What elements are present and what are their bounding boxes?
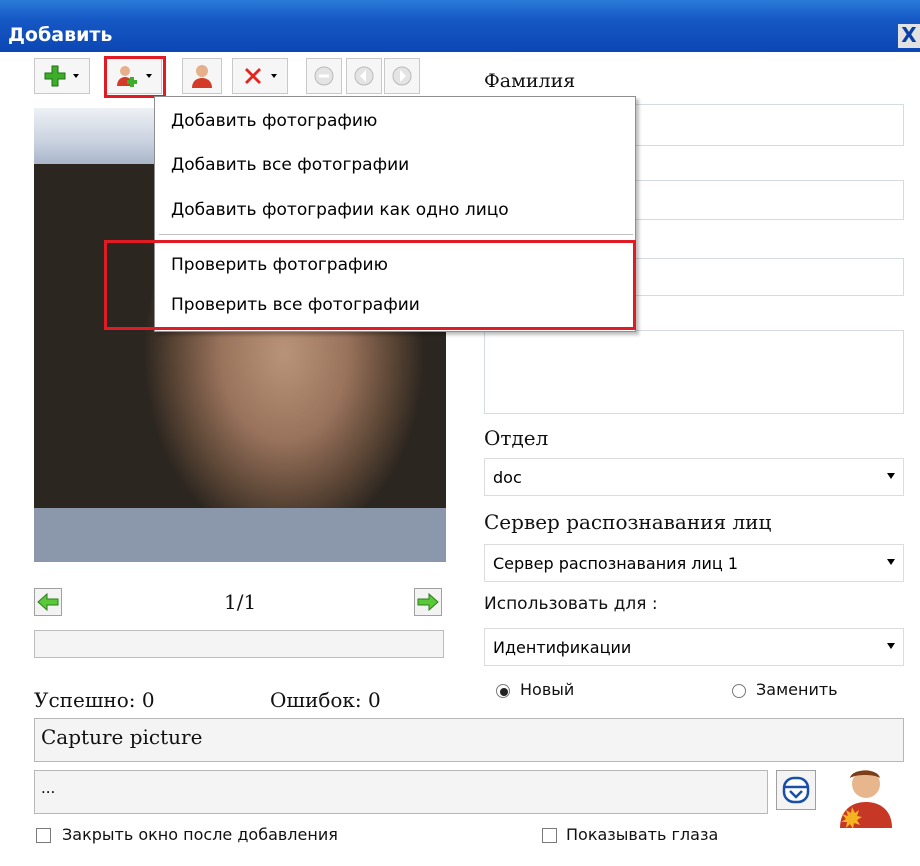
error-count: Ошибок: 0 <box>270 688 381 712</box>
page-indicator: 1/1 <box>224 590 257 614</box>
use-for-select[interactable]: Идентификации <box>484 628 904 666</box>
path-field[interactable]: ... <box>34 770 768 814</box>
chevron-down-icon <box>887 473 895 479</box>
capture-person-icon[interactable] <box>834 764 896 829</box>
close-button[interactable]: X <box>898 24 920 48</box>
dropdown-arrow-icon <box>271 74 277 78</box>
server-label: Сервер распознавания лиц <box>484 510 772 534</box>
window-titlebar <box>0 0 920 52</box>
add-button[interactable] <box>34 58 90 94</box>
forward-icon <box>392 66 412 86</box>
window-title: Добавить <box>8 24 113 46</box>
minus-icon <box>314 66 334 86</box>
capture-status-field[interactable]: Capture picture <box>34 718 904 762</box>
highlight-box-menu <box>104 240 636 330</box>
radio-selected-dot <box>500 688 508 696</box>
next-photo-button[interactable] <box>414 588 442 616</box>
server-value: Сервер распознавания лиц 1 <box>493 553 739 573</box>
radio-new-label: Новый <box>520 680 575 699</box>
back-icon <box>354 66 374 86</box>
progress-bar <box>34 630 444 658</box>
server-select[interactable]: Сервер распознавания лиц 1 <box>484 544 904 582</box>
menu-item-add-photo[interactable]: Добавить фотографию <box>171 111 377 141</box>
delete-icon <box>245 68 261 84</box>
radio-new[interactable] <box>496 684 510 698</box>
use-for-value: Идентификации <box>493 637 632 657</box>
department-value: doc <box>493 467 522 487</box>
department-select[interactable]: doc <box>484 458 904 496</box>
chevron-down-icon <box>887 643 895 649</box>
database-icon <box>782 776 810 804</box>
arrow-left-icon <box>37 592 59 612</box>
close-after-add-label: Закрыть окно после добавления <box>62 825 338 844</box>
person-button[interactable] <box>182 58 222 94</box>
show-eyes-label: Показывать глаза <box>566 825 719 844</box>
person-icon <box>192 65 212 88</box>
close-after-add-checkbox[interactable] <box>36 828 51 843</box>
use-for-label: Использовать для : <box>484 594 658 614</box>
prev-photo-button[interactable] <box>34 588 62 616</box>
delete-button[interactable] <box>232 58 288 94</box>
menu-item-add-all-photos[interactable]: Добавить все фотографии <box>171 155 409 185</box>
remove-button[interactable] <box>306 58 342 94</box>
arrow-right-icon <box>417 592 439 612</box>
radio-replace[interactable] <box>732 684 746 698</box>
radio-replace-label: Заменить <box>756 680 838 699</box>
back-button[interactable] <box>346 58 382 94</box>
browse-button[interactable] <box>776 770 816 810</box>
department-label: Отдел <box>484 426 549 450</box>
highlight-box-toolbar <box>104 56 166 98</box>
menu-item-add-as-one-face[interactable]: Добавить фотографии как одно лицо <box>171 200 509 230</box>
notes-field[interactable] <box>484 330 904 414</box>
menu-separator <box>159 234 633 235</box>
dropdown-arrow-icon <box>73 74 79 78</box>
show-eyes-checkbox[interactable] <box>542 828 557 843</box>
forward-button[interactable] <box>384 58 420 94</box>
add-icon <box>44 65 66 87</box>
surname-label: Фамилия <box>484 70 576 92</box>
success-count: Успешно: 0 <box>34 688 155 712</box>
chevron-down-icon <box>887 559 895 565</box>
